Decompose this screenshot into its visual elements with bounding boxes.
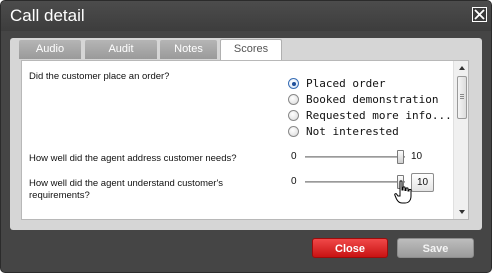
radio-label: Booked demonstration (306, 93, 439, 106)
question-order: Did the customer place an order? (29, 71, 170, 82)
scores-content: Did the customer place an order? Placed … (21, 60, 469, 220)
question-understand-line2: requirements? (29, 190, 90, 201)
slider-min-label: 0 (291, 176, 297, 187)
radio-button-selected[interactable] (288, 78, 299, 89)
scroll-up-icon[interactable] (454, 61, 468, 75)
slider-max-label: 10 (411, 151, 423, 162)
radio-button[interactable] (288, 126, 299, 137)
scrollbar-thumb[interactable] (457, 76, 467, 119)
radio-label: Requested more info... (306, 109, 452, 122)
title-bar: Call detail (1, 1, 491, 31)
grip-line (460, 98, 464, 99)
scroll-down-icon[interactable] (454, 205, 468, 219)
radio-button[interactable] (288, 110, 299, 121)
tab-scores[interactable]: Scores (220, 39, 282, 60)
dialog-title: Call detail (10, 6, 85, 25)
slider-thumb-needs[interactable] (397, 150, 404, 164)
question-understand: How well did the agent understand custom… (29, 178, 223, 202)
call-detail-dialog: Call detail Audio Audit Notes Scores Did… (0, 0, 492, 273)
radio-label: Not interested (306, 125, 399, 138)
close-button[interactable]: Close (312, 238, 388, 258)
tab-notes[interactable]: Notes (160, 40, 217, 59)
tab-audio[interactable]: Audio (19, 40, 81, 59)
vertical-scrollbar[interactable] (453, 61, 468, 219)
radio-button[interactable] (288, 94, 299, 105)
close-icon[interactable] (472, 7, 487, 22)
slider-track-understand[interactable] (305, 181, 405, 183)
slider-value-tooltip: 10 (411, 173, 434, 192)
hand-cursor-icon (394, 180, 412, 204)
radio-label: Placed order (306, 77, 386, 90)
grip-line (460, 96, 464, 97)
tab-audit[interactable]: Audit (85, 40, 157, 59)
slider-min-label: 0 (291, 151, 297, 162)
save-button[interactable]: Save (397, 238, 474, 258)
slider-track-needs[interactable] (305, 156, 405, 158)
question-understand-line1: How well did the agent understand custom… (29, 178, 224, 189)
question-needs: How well did the agent address customer … (29, 153, 237, 164)
grip-line (460, 94, 464, 95)
